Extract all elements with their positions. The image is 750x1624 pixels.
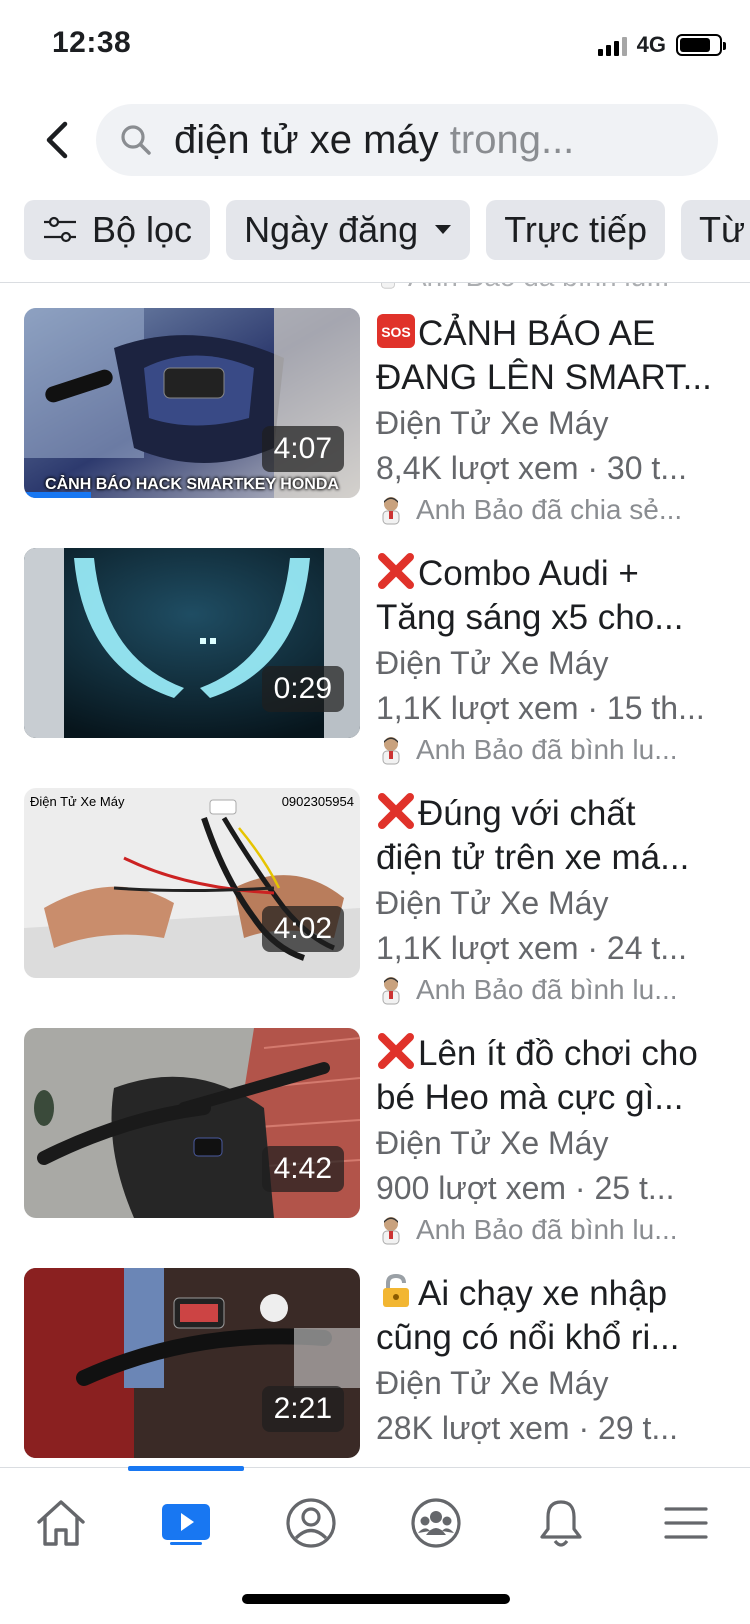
sliders-icon <box>44 216 76 243</box>
video-duration: 4:42 <box>261 1146 344 1192</box>
status-indicators: 4G <box>597 32 726 58</box>
video-info: Combo Audi + Tăng sáng x5 cho... Điện Tử… <box>376 552 716 770</box>
view-count: 1,1K lượt xem · 15 th... <box>376 690 705 726</box>
avatar <box>382 497 400 525</box>
video-result-item[interactable]: Điện Tử Xe Máy 0902305954 4:02 Đúng với … <box>0 788 750 1005</box>
tab-profile[interactable] <box>276 1488 346 1558</box>
avatar <box>382 977 400 1005</box>
filter-chip-label: Bộ lọc <box>92 209 193 250</box>
avatar <box>382 1217 400 1245</box>
tab-groups[interactable] <box>401 1488 471 1558</box>
video-thumbnail[interactable]: CẢNH BÁO HACK SMARTKEY HONDA 4:07 <box>24 308 360 498</box>
social-context: Anh Bảo đã bình lu... <box>376 1210 716 1250</box>
previous-item-peek: Anh Bảo đã bình lu... <box>376 283 670 293</box>
video-results-list[interactable]: Anh Bảo đã bình lu... CẢNH BÁO HACK SMAR… <box>0 283 750 1467</box>
status-bar: 12:38 4G <box>0 0 750 92</box>
home-indicator <box>242 1594 510 1604</box>
thumbnail-phone: 0902305954 <box>281 794 354 809</box>
social-context: Anh Bảo đã bình lu... <box>376 970 716 1010</box>
filter-chip-date[interactable]: Ngày đăng <box>226 200 471 260</box>
social-context: Anh Bảo đã chia sẻ... <box>376 490 716 530</box>
video-info: Lên ít đồ chơi cho bé Heo mà cực gì... Đ… <box>376 1032 716 1250</box>
filter-chip-label: Trực tiếp <box>504 209 647 250</box>
channel-name[interactable]: Điện Tử Xe Máy <box>376 640 716 686</box>
tab-menu[interactable] <box>651 1488 721 1558</box>
back-button[interactable] <box>36 118 76 162</box>
view-count: 8,4K lượt xem · 30 t... <box>376 450 687 486</box>
channel-name[interactable]: Điện Tử Xe Máy <box>376 1360 716 1406</box>
caret-down-icon <box>435 225 452 234</box>
video-title[interactable]: Combo Audi + Tăng sáng x5 cho... <box>376 552 716 640</box>
home-icon <box>37 1500 85 1546</box>
video-title[interactable]: Ai chạy xe nhập cũng có nổi khổ ri... <box>376 1272 716 1360</box>
video-title[interactable]: Lên ít đồ chơi cho bé Heo mà cực gì... <box>376 1032 716 1120</box>
filter-chip-filters[interactable]: Bộ lọc <box>24 200 211 260</box>
video-duration: 4:07 <box>261 426 344 472</box>
search-input[interactable]: điện tử xe máy trong... <box>96 104 718 176</box>
channel-name[interactable]: Điện Tử Xe Máy <box>376 400 716 446</box>
video-result-item[interactable]: CẢNH BÁO HACK SMARTKEY HONDA 4:07 SOS CẢN… <box>0 308 750 525</box>
filter-chips: Bộ lọc Ngày đăng Trực tiếp Từ <box>24 200 750 260</box>
video-title[interactable]: Đúng với chất điện tử trên xe má... <box>376 792 716 880</box>
video-info: Ai chạy xe nhập cũng có nổi khổ ri... Đi… <box>376 1272 716 1450</box>
thumbnail-watermark: Điện Tử Xe Máy <box>30 794 125 809</box>
video-result-item[interactable]: 4:42 Lên ít đồ chơi cho bé Heo mà cực gì… <box>0 1028 750 1245</box>
tab-watch[interactable] <box>151 1488 221 1558</box>
video-duration: 4:02 <box>261 906 344 952</box>
video-info: Đúng với chất điện tử trên xe má... Điện… <box>376 792 716 1010</box>
tab-notifications[interactable] <box>526 1488 596 1558</box>
status-time: 12:38 <box>52 26 132 59</box>
avatar <box>381 283 395 289</box>
video-thumbnail[interactable]: 2:21 <box>24 1268 360 1458</box>
view-count: 900 lượt xem · 25 t... <box>376 1170 675 1206</box>
search-hint: trong... <box>438 117 575 162</box>
cross-mark-icon <box>378 793 414 829</box>
search-query: điện tử xe máy <box>174 117 439 162</box>
avatar <box>382 737 400 765</box>
filter-chip-label: Từ <box>699 209 746 250</box>
cross-mark-icon <box>378 553 414 589</box>
tab-home[interactable] <box>26 1488 96 1558</box>
video-duration: 0:29 <box>261 666 344 712</box>
active-tab-indicator <box>128 1466 244 1471</box>
svg-text:SOS: SOS <box>381 324 411 340</box>
filter-chip-live[interactable]: Trực tiếp <box>486 200 665 260</box>
view-count: 28K lượt xem · 29 t... <box>376 1410 679 1446</box>
cross-mark-icon <box>378 1033 414 1069</box>
signal-icon <box>597 34 627 56</box>
social-context: Anh Bảo đã bình lu... <box>376 730 716 770</box>
battery-icon <box>676 34 726 56</box>
menu-icon <box>664 1507 708 1539</box>
search-icon <box>121 125 151 155</box>
video-result-item[interactable]: 0:29 Combo Audi + Tăng sáng x5 cho... Đi… <box>0 548 750 765</box>
video-thumbnail[interactable]: 4:42 <box>24 1028 360 1218</box>
view-count: 1,1K lượt xem · 24 t... <box>376 930 687 966</box>
groups-icon <box>411 1498 461 1548</box>
channel-name[interactable]: Điện Tử Xe Máy <box>376 880 716 926</box>
sos-icon: SOS <box>377 314 415 348</box>
chevron-left-icon <box>46 121 68 159</box>
video-duration: 2:21 <box>261 1386 344 1432</box>
video-thumbnail[interactable]: Điện Tử Xe Máy 0902305954 4:02 <box>24 788 360 978</box>
profile-icon <box>286 1498 336 1548</box>
video-info: SOS CẢNH BÁO AE ĐANG LÊN SMART... Điện Tử… <box>376 312 716 530</box>
play-video-icon <box>162 1504 210 1545</box>
lock-icon <box>383 1273 409 1307</box>
filter-chip-from[interactable]: Từ <box>681 200 750 260</box>
network-label: 4G <box>636 32 666 57</box>
video-result-item[interactable]: 2:21 Ai chạy xe nhập cũng có nổi khổ ri.… <box>0 1268 750 1467</box>
search-header: điện tử xe máy trong... <box>0 104 750 176</box>
watched-progress-bar <box>24 492 92 498</box>
bell-icon <box>540 1500 582 1547</box>
video-title[interactable]: SOS CẢNH BÁO AE ĐANG LÊN SMART... <box>376 312 716 400</box>
channel-name[interactable]: Điện Tử Xe Máy <box>376 1120 716 1166</box>
video-thumbnail[interactable]: 0:29 <box>24 548 360 738</box>
filter-chip-label: Ngày đăng <box>244 209 419 250</box>
